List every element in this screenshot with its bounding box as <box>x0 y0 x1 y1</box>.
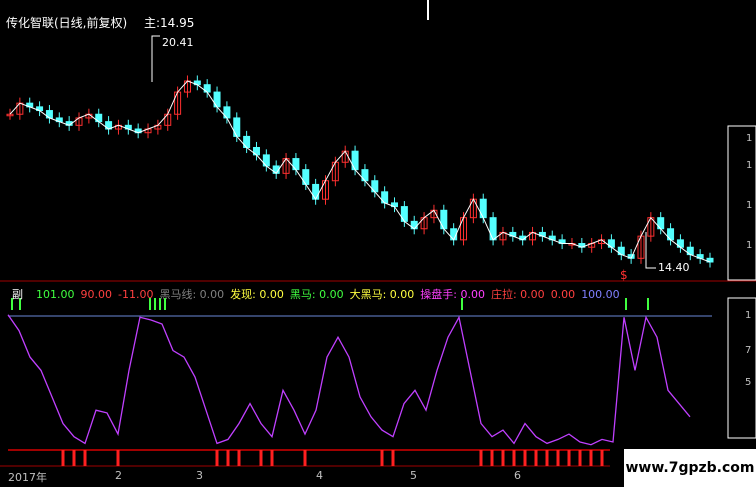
signal-bar <box>600 450 604 466</box>
signal-bar <box>545 450 549 466</box>
signal-bars <box>61 450 604 466</box>
ma-line <box>9 80 711 263</box>
right-scale-main-label: 1 <box>746 200 753 211</box>
candle-body <box>400 206 408 222</box>
legend-item: 黑马线: 0.00 <box>159 288 225 301</box>
x-tick-label: 2 <box>115 469 122 482</box>
signal-bar <box>226 450 230 466</box>
chart-canvas: 20.41 14.40 $ <box>0 0 756 467</box>
signal-bar <box>391 450 395 466</box>
legend-item: 发现: 0.00 <box>230 288 284 301</box>
signal-bar <box>380 450 384 466</box>
signal-bar <box>303 450 307 466</box>
candle-body <box>479 198 487 219</box>
x-tick-label: 3 <box>196 469 203 482</box>
signal-bar <box>512 450 516 466</box>
oscillator-series <box>7 314 691 446</box>
candle-body <box>312 183 320 200</box>
legend-item: 0.00 <box>550 288 576 301</box>
right-scale-main-label: 1 <box>746 240 753 251</box>
legend-item: 黑马: 0.00 <box>289 288 344 301</box>
right-scale-main-label: 1 <box>746 133 753 144</box>
candle-body <box>302 169 310 185</box>
signal-bar <box>578 450 582 466</box>
signal-bar <box>61 450 65 466</box>
signal-bar <box>501 450 505 466</box>
right-scale-main-label: 1 <box>746 160 753 171</box>
high-price-label: 20.41 <box>162 36 194 49</box>
legend-item: -11.00 <box>118 288 154 301</box>
price-annotations: 20.41 14.40 $ <box>11 35 690 310</box>
candle-body <box>489 217 497 241</box>
right-scale-box-sub <box>727 297 756 439</box>
chart-window: { "title": "传化智联(日线,前复权)", "main_label":… <box>0 0 756 487</box>
right-scale-sub-label: 7 <box>745 345 752 356</box>
candlestick-series <box>6 75 714 268</box>
legend-item: 100.00 <box>581 288 620 301</box>
signal-bar <box>237 450 241 466</box>
signal-bar <box>270 450 274 466</box>
candle-body <box>667 228 675 241</box>
legend-item: 大黑马: 0.00 <box>349 288 415 301</box>
sub-indicator-legend: 101.00 90.00 -11.00 黑马线: 0.00 发现: 0.00 黑马: 0.… <box>36 286 626 302</box>
candle-body <box>440 209 448 230</box>
x-tick-label: 6 <box>514 469 521 482</box>
signal-bar <box>259 450 263 466</box>
x-tick-label: 5 <box>410 469 417 482</box>
high-pointer <box>151 35 160 82</box>
signal-bar <box>490 450 494 466</box>
signal-bar <box>567 450 571 466</box>
candle-body <box>351 150 359 171</box>
year-label: 2017年 <box>8 471 47 484</box>
signal-bar <box>479 450 483 466</box>
signal-bar <box>534 450 538 466</box>
dollar-marker: $ <box>620 268 628 282</box>
sub-panel-name: 副 <box>12 288 23 301</box>
chart-title: 传化智联(日线,前复权) <box>6 16 128 30</box>
signal-bar <box>72 450 76 466</box>
signal-bar <box>589 450 593 466</box>
right-scale-sub-label: 5 <box>745 377 752 388</box>
watermark: www.7gpzb.com <box>624 449 756 487</box>
legend-item: 90.00 <box>80 288 113 301</box>
oscillator-line <box>7 314 691 446</box>
signal-bar <box>523 450 527 466</box>
signal-bar <box>116 450 120 466</box>
signal-bar <box>215 450 219 466</box>
low-price-label: 14.40 <box>658 261 690 274</box>
right-scale-sub-label: 1 <box>745 310 752 321</box>
legend-item: 操盘手: 0.00 <box>420 288 485 301</box>
legend-item: 庄拉: 0.00 <box>490 288 545 301</box>
signal-bar <box>83 450 87 466</box>
candle-body <box>233 117 241 137</box>
signal-bar <box>556 450 560 466</box>
moving-average-series <box>9 80 711 263</box>
main-price-label: 主:14.95 <box>144 16 195 30</box>
x-tick-label: 4 <box>316 469 323 482</box>
legend-item: 101.00 <box>36 288 75 301</box>
